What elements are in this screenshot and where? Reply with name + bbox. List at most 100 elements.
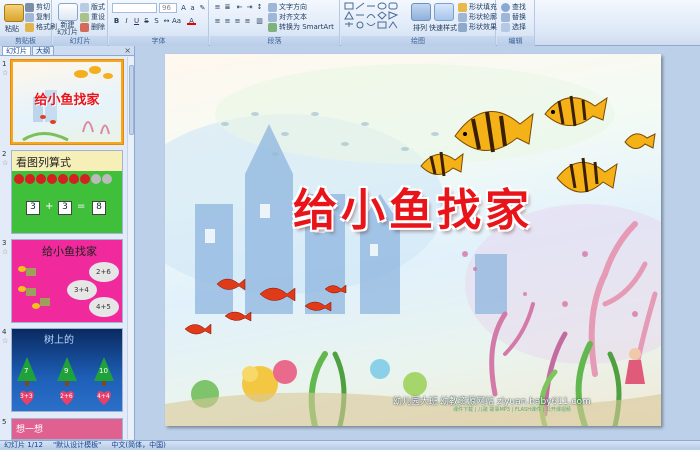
decrease-indent-icon[interactable]: ⇤ [235,3,244,11]
font-size-field[interactable]: 96 [159,3,177,13]
slides-group: 新建 幻灯片 版式 重设 删除 幻灯片 [53,0,108,46]
case-icon[interactable]: Aa [172,17,181,25]
thumb-4-tree-2: 9 [64,367,69,375]
shape-effects-button[interactable]: 形状效果 [458,22,497,32]
slides-group-label: 幻灯片 [53,36,107,46]
columns-icon[interactable]: ▥ [255,17,264,25]
slide-number: 3 [2,239,7,247]
pane-tabs: 幻灯片 大纲 × [0,46,134,56]
paste-button[interactable]: 粘贴 [5,24,19,34]
replace-button[interactable]: 替换 [501,12,526,22]
slide-thumbnail-4[interactable]: 树上的 7 9 10 3+3 2+6 4+4 [11,328,123,412]
bullets-icon[interactable]: ≡ [213,3,222,11]
slides-pane: 幻灯片 大纲 × 1 给小鱼找家 ☆ 2 看图列算式 3 + 3 = 8 ☆ 3… [0,46,135,440]
slide-thumbnail-1[interactable]: 给小鱼找家 [10,59,124,145]
italic-icon[interactable]: I [122,17,131,25]
editing-group: 查找 替换 选择 编辑 [497,0,535,46]
font-group-label: 字体 [109,36,208,46]
reset-label: 重设 [91,13,105,21]
increase-indent-icon[interactable]: ⇥ [245,3,254,11]
shape-outline-button[interactable]: 形状轮廓 [458,12,497,22]
slide-editor-canvas: 给小鱼找家 幼儿园大班 幼教资源网站 ziyuan.baby611.com 课件下… [136,46,700,440]
thumb-5-title: 想一想 [16,425,44,435]
pen-icon [458,12,467,22]
cut-button[interactable]: 剪切 [25,2,50,12]
shapes-gallery[interactable] [344,2,406,32]
quick-styles-icon[interactable] [434,3,454,21]
clipboard-group: 粘贴 剪切 复制 格式刷 剪贴板 [0,0,57,46]
slide-number: 1 [2,60,7,68]
thumb-2-eq-sign: = [77,201,86,212]
close-icon[interactable]: × [124,46,131,55]
thumb-2-dots [14,174,112,184]
shape-effects-label: 形状效果 [469,23,497,31]
copy-label: 复制 [36,13,50,21]
align-text-label: 对齐文本 [279,13,307,21]
thumb-2-title: 看图列算式 [16,156,71,169]
tab-outline[interactable]: 大纲 [32,46,54,55]
animation-star-icon: ☆ [2,248,9,256]
new-slide-button[interactable]: 新建 幻灯片 [57,22,78,36]
spacing-icon[interactable]: ↔ [162,17,171,25]
line-spacing-icon[interactable]: ↕ [255,3,264,11]
text-direction-label: 文字方向 [279,3,307,11]
arrange-button[interactable]: 排列 [413,23,427,33]
delete-slide-button[interactable]: 删除 [80,22,105,32]
font-color-icon[interactable]: A [187,17,196,25]
scrollbar-thumb[interactable] [129,65,134,135]
thumb-2-eq-b: 3 [58,201,72,215]
text-direction-button[interactable]: 文字方向 [268,2,307,12]
brush-icon [25,22,34,32]
slides-pane-scrollbar[interactable] [127,57,134,439]
align-text-button[interactable]: 对齐文本 [268,12,307,22]
thumb-2-op: + [45,201,54,212]
layout-label: 版式 [91,3,105,11]
find-button[interactable]: 查找 [501,2,526,12]
reset-button[interactable]: 重设 [80,12,105,22]
thumb-4-heart-1: 3+3 [20,393,33,400]
quick-styles-button[interactable]: 快速样式 [429,23,457,33]
bold-icon[interactable]: B [112,17,121,25]
thumb-2-eq-c: 8 [92,201,106,215]
shape-fill-button[interactable]: 形状填充 [458,2,497,12]
slide-number: 2 [2,150,7,158]
numbering-icon[interactable]: ≣ [223,3,232,11]
grow-font-icon[interactable]: A [179,4,188,12]
align-right-icon[interactable]: ≡ [233,17,242,25]
font-group: 96 A a ✎ B I U S S ↔ Aa A 字体 [109,0,209,46]
smartart-button[interactable]: 转换为 SmartArt [268,22,334,32]
slide-number: 5 [2,418,7,426]
layout-button[interactable]: 版式 [80,2,105,12]
arrange-icon[interactable] [411,3,431,21]
current-slide[interactable]: 给小鱼找家 幼儿园大班 幼教资源网站 ziyuan.baby611.com 课件下… [165,54,661,426]
tab-slides[interactable]: 幻灯片 [2,46,31,55]
find-label: 查找 [512,3,526,11]
align-left-icon[interactable]: ≡ [213,17,222,25]
thumb-4-heart-2: 2+6 [60,393,73,400]
underline-icon[interactable]: U [132,17,141,25]
editing-group-label: 编辑 [497,36,534,46]
copy-button[interactable]: 复制 [25,12,50,22]
font-name-field[interactable] [112,3,157,13]
slide-title[interactable]: 给小鱼找家 [165,174,661,238]
thumb-1-title: 给小鱼找家 [34,93,100,108]
smartart-label: 转换为 SmartArt [279,23,334,31]
align-center-icon[interactable]: ≡ [223,17,232,25]
slide-thumbnail-2[interactable]: 看图列算式 3 + 3 = 8 [11,150,123,234]
slide-number: 4 [2,328,7,336]
select-label: 选择 [512,23,526,31]
justify-icon[interactable]: ≡ [243,17,252,25]
shrink-font-icon[interactable]: a [188,4,197,12]
shadow-icon[interactable]: S [152,17,161,25]
strikethrough-icon[interactable]: S [142,17,151,25]
thumb-4-tree-3: 10 [99,367,108,375]
clear-format-icon[interactable]: ✎ [198,4,207,12]
thumb-3-cloud-1: 2+6 [96,268,111,276]
slide-thumbnail-3[interactable]: 给小鱼找家 2+6 3+4 4+5 [11,239,123,323]
new-slide-icon[interactable] [58,3,78,21]
paste-icon[interactable] [4,4,24,22]
slide-thumbnail-5[interactable]: 想一想 [11,418,123,440]
drawing-group-label: 绘图 [341,36,495,46]
select-button[interactable]: 选择 [501,22,526,32]
paint-bucket-icon [458,2,467,12]
